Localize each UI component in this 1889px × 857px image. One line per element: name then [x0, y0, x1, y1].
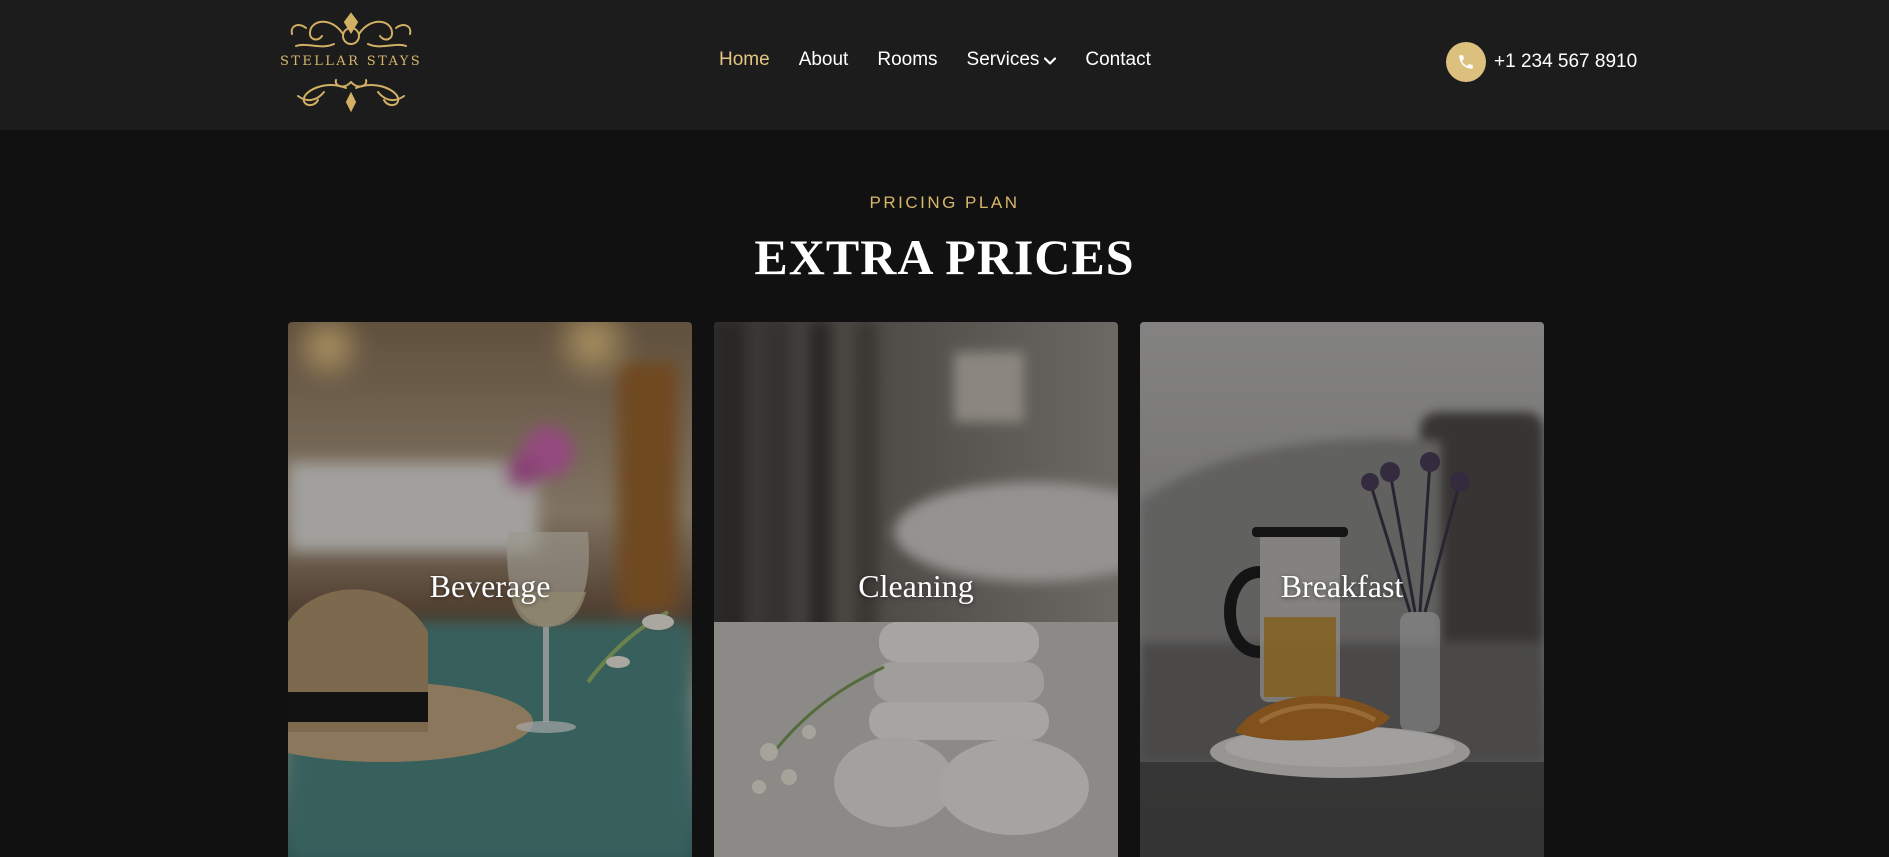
section-title: EXTRA PRICES: [754, 229, 1135, 285]
phone-number[interactable]: +1 234 567 8910: [1494, 51, 1637, 73]
nav-home-label: Home: [719, 49, 770, 70]
card-title-breakfast: Breakfast: [1280, 568, 1404, 604]
section-eyebrow: PRICING PLAN: [869, 193, 1020, 212]
site-header: STELLAR STAYS Home About Rooms Services …: [0, 0, 1889, 130]
nav-home[interactable]: Home: [719, 49, 770, 71]
card-title-beverage: Beverage: [429, 568, 551, 604]
phone-contact[interactable]: +1 234 567 8910: [1446, 42, 1637, 82]
nav-rooms[interactable]: Rooms: [877, 49, 937, 71]
main-nav: Home About Rooms Services Contact: [719, 49, 1180, 71]
logo-text: STELLAR STAYS: [279, 54, 423, 69]
stellar-stays-logo[interactable]: STELLAR STAYS: [276, 10, 426, 114]
nav-services[interactable]: Services: [967, 49, 1057, 71]
nav-rooms-label: Rooms: [877, 49, 938, 70]
nav-about-label: About: [798, 49, 849, 70]
nav-contact[interactable]: Contact: [1085, 49, 1150, 71]
chevron-down-icon: [1044, 49, 1057, 71]
phone-icon: [1446, 42, 1486, 82]
nav-contact-label: Contact: [1085, 49, 1151, 70]
card-title-cleaning: Cleaning: [858, 568, 974, 604]
card-cleaning[interactable]: Cleaning: [714, 322, 1118, 857]
nav-services-label: Services: [966, 49, 1040, 70]
nav-about[interactable]: About: [799, 49, 849, 71]
card-breakfast[interactable]: Breakfast: [1140, 322, 1544, 857]
card-beverage[interactable]: Beverage: [288, 322, 692, 857]
